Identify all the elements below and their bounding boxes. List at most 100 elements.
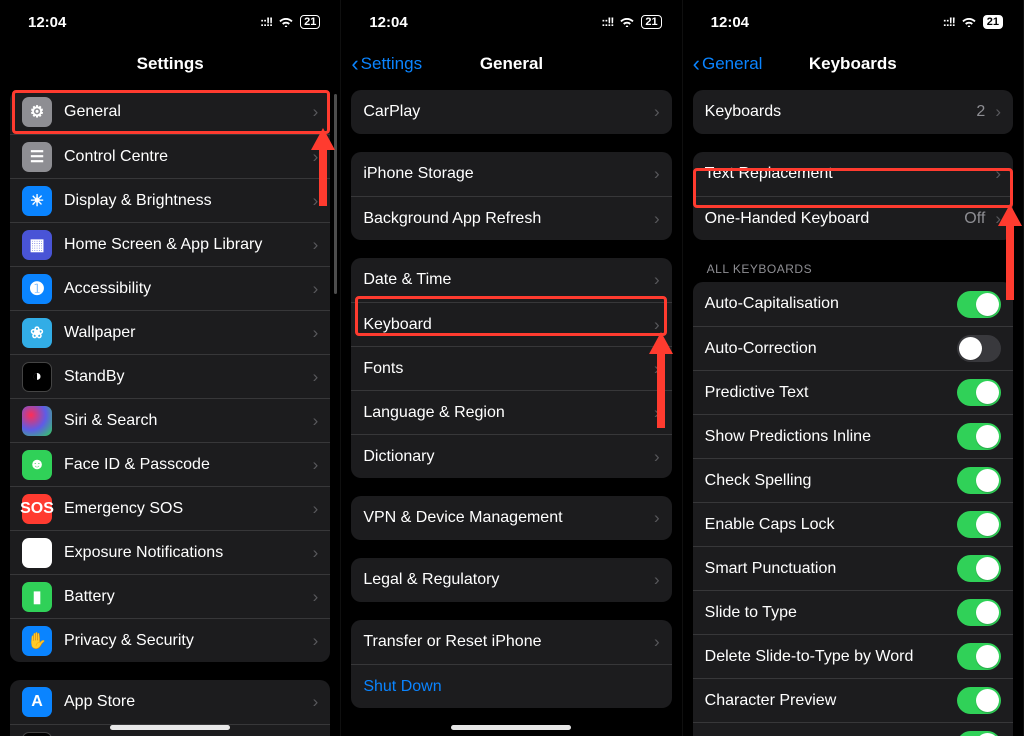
row-label: Exposure Notifications: [64, 544, 309, 562]
settings-row-expo[interactable]: ☢︎Exposure Notifications›: [10, 530, 330, 574]
keyboards-group-2: Text Replacement›One-Handed KeyboardOff›: [693, 152, 1013, 240]
row-dictionary[interactable]: Dictionary›: [351, 434, 671, 478]
page-title: Keyboards: [809, 54, 897, 74]
chevron-right-icon: ›: [313, 543, 319, 563]
panel-settings: 12:04 ::!! 21 Settings ⚙︎General›☰Contro…: [0, 0, 341, 736]
toggle-switch[interactable]: [957, 643, 1001, 670]
row-carplay[interactable]: CarPlay›: [351, 90, 671, 134]
toggle-switch[interactable]: [957, 423, 1001, 450]
toggle-switch[interactable]: [957, 511, 1001, 538]
row-keyboard[interactable]: Keyboard›: [351, 302, 671, 346]
chevron-left-icon: ‹: [693, 53, 700, 75]
row-keyboards[interactable]: Keyboards2›: [693, 90, 1013, 134]
row-vpn-device-management[interactable]: VPN & Device Management›: [351, 496, 671, 540]
status-bar: 12:04 ::!! 21: [341, 0, 681, 44]
row-background-app-refresh[interactable]: Background App Refresh›: [351, 196, 671, 240]
home-indicator[interactable]: [451, 725, 571, 730]
settings-row-faceid[interactable]: ☻Face ID & Passcode›: [10, 442, 330, 486]
row-label: Smart Punctuation: [705, 560, 957, 578]
row-label: App Store: [64, 693, 309, 711]
toggle-switch[interactable]: [957, 379, 1001, 406]
row-date-time[interactable]: Date & Time›: [351, 258, 671, 302]
appstore-icon: A: [22, 687, 52, 717]
access-icon: ➊: [22, 274, 52, 304]
row-fonts[interactable]: Fonts›: [351, 346, 671, 390]
chevron-right-icon: ›: [654, 102, 660, 122]
settings-row-general[interactable]: ⚙︎General›: [10, 90, 330, 134]
row-legal-regulatory[interactable]: Legal & Regulatory›: [351, 558, 671, 602]
chevron-right-icon: ›: [654, 508, 660, 528]
row-text-replacement[interactable]: Text Replacement›: [693, 152, 1013, 196]
wallet-icon: ▤: [22, 732, 52, 736]
section-header-all-keyboards: ALL KEYBOARDS: [693, 240, 1013, 282]
display-icon: ☀︎: [22, 186, 52, 216]
settings-row-control[interactable]: ☰Control Centre›: [10, 134, 330, 178]
toggle-switch[interactable]: [957, 467, 1001, 494]
toggle-switch[interactable]: [957, 599, 1001, 626]
toggle-knob: [976, 425, 999, 448]
row-auto-correction: Auto-Correction: [693, 326, 1013, 370]
settings-row-siri[interactable]: Siri & Search›: [10, 398, 330, 442]
row-label: Accessibility: [64, 280, 309, 298]
row-label: Control Centre: [64, 148, 309, 166]
row-label: Keyboard: [363, 316, 650, 334]
general-group-5: Legal & Regulatory›: [351, 558, 671, 602]
row-label: Show Predictions Inline: [705, 428, 957, 446]
row-label: Enable Caps Lock: [705, 516, 957, 534]
back-label: Settings: [361, 54, 422, 74]
settings-row-home[interactable]: ▦Home Screen & App Library›: [10, 222, 330, 266]
settings-row-display[interactable]: ☀︎Display & Brightness›: [10, 178, 330, 222]
row-check-spelling: Check Spelling: [693, 458, 1013, 502]
row-one-handed-keyboard[interactable]: One-Handed KeyboardOff›: [693, 196, 1013, 240]
toggle-switch[interactable]: [957, 291, 1001, 318]
chevron-right-icon: ›: [313, 499, 319, 519]
row-label: Legal & Regulatory: [363, 571, 650, 589]
row-label: Battery: [64, 588, 309, 606]
row-iphone-storage[interactable]: iPhone Storage›: [351, 152, 671, 196]
chevron-right-icon: ›: [654, 209, 660, 229]
page-title: Settings: [137, 54, 204, 74]
back-button[interactable]: ‹ General: [693, 53, 763, 75]
general-group-1: CarPlay›: [351, 90, 671, 134]
standby-icon: ◑: [22, 362, 52, 392]
scrollbar[interactable]: [334, 94, 337, 294]
settings-row-sos[interactable]: SOSEmergency SOS›: [10, 486, 330, 530]
row-enable-caps-lock: Enable Caps Lock: [693, 502, 1013, 546]
settings-row-appstore[interactable]: A App Store›: [10, 680, 330, 724]
signal-icon: ::!!: [601, 15, 613, 29]
chevron-right-icon: ›: [313, 692, 319, 712]
row-label: Home Screen & App Library: [64, 236, 309, 254]
row-label: Check Spelling: [705, 472, 957, 490]
toggle-switch[interactable]: [957, 687, 1001, 714]
chevron-right-icon: ›: [654, 164, 660, 184]
sos-icon: SOS: [22, 494, 52, 524]
settings-row-priv[interactable]: ✋Privacy & Security›: [10, 618, 330, 662]
toggle-switch[interactable]: [957, 731, 1001, 736]
settings-row-access[interactable]: ➊Accessibility›: [10, 266, 330, 310]
status-time: 12:04: [28, 14, 66, 31]
back-label: General: [702, 54, 762, 74]
settings-row-batt[interactable]: ▮Battery›: [10, 574, 330, 618]
row-label: One-Handed Keyboard: [705, 210, 965, 228]
row-label: Language & Region: [363, 404, 650, 422]
toggle-knob: [976, 469, 999, 492]
settings-row-wall[interactable]: ❀Wallpaper›: [10, 310, 330, 354]
toggle-switch[interactable]: [957, 555, 1001, 582]
status-bar: 12:04 ::!! 21: [0, 0, 340, 44]
row-language-region[interactable]: Language & Region›: [351, 390, 671, 434]
chevron-right-icon: ›: [313, 235, 319, 255]
signal-icon: ::!!: [260, 15, 272, 29]
row-label: iPhone Storage: [363, 165, 650, 183]
row-transfer-or-reset-iphone[interactable]: Transfer or Reset iPhone›: [351, 620, 671, 664]
home-indicator[interactable]: [110, 725, 230, 730]
row-label: Display & Brightness: [64, 192, 309, 210]
row-shut-down[interactable]: Shut Down: [351, 664, 671, 708]
settings-row-standby[interactable]: ◑StandBy›: [10, 354, 330, 398]
wall-icon: ❀: [22, 318, 52, 348]
chevron-right-icon: ›: [313, 147, 319, 167]
toggle-switch[interactable]: [957, 335, 1001, 362]
row-value: Off: [964, 210, 985, 228]
back-button[interactable]: ‹ Settings: [351, 53, 422, 75]
status-time: 12:04: [711, 14, 749, 31]
row-auto-capitalisation: Auto-Capitalisation: [693, 282, 1013, 326]
